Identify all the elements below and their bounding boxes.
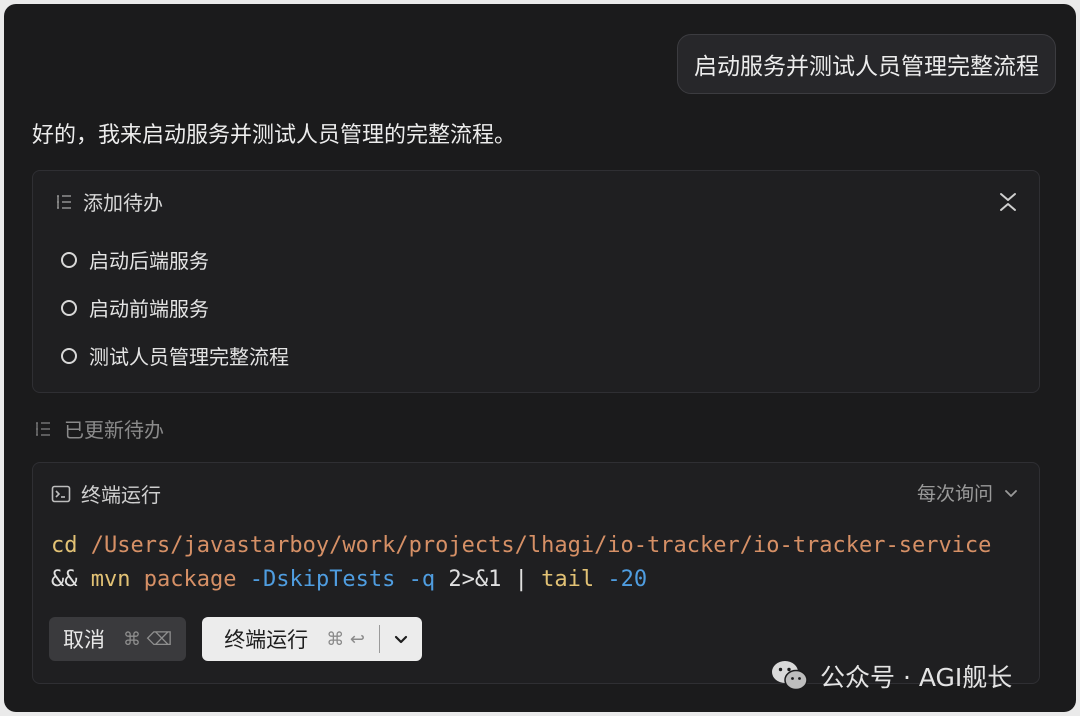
command-name: cd [51,533,78,558]
command-flag: -20 [607,567,648,592]
todo-item[interactable]: 启动前端服务 [61,293,209,322]
todo-item[interactable]: 测试人员管理完整流程 [61,341,289,370]
command-flag: -q [408,567,436,592]
command-tool: mvn [90,567,131,592]
terminal-command: cd /Users/javastarboy/work/projects/lhag… [51,529,1011,597]
chevron-down-icon [1005,489,1017,497]
command-path: /Users/javastarboy/work/projects/lhagi/i… [90,533,992,558]
todo-item-label: 启动前端服务 [89,297,209,321]
assistant-reply-text: 好的，我来启动服务并测试人员管理的完整流程。 [32,123,517,148]
run-options-dropdown[interactable] [380,617,422,661]
circle-icon [61,251,77,268]
cancel-button[interactable]: 取消 ⌘ ⌫ [49,617,187,661]
terminal-card: 终端运行 每次询问 cd /Users/javastarboy/work/pro… [32,462,1040,684]
cancel-label: 取消 [63,628,105,652]
cancel-shortcut: ⌘ ⌫ [123,628,173,650]
todo-updated-label: 已更新待办 [64,418,164,442]
run-label: 终端运行 [224,628,309,652]
terminal-actions: 取消 ⌘ ⌫ 终端运行 ⌘ ↩ [49,617,422,661]
todo-list-icon [57,194,71,209]
command-tail: tail [541,567,595,592]
wechat-icon [772,661,808,691]
command-pipe: | [514,567,528,592]
ask-mode-dropdown[interactable]: 每次询问 [917,479,1019,506]
todo-title: 添加待办 [83,191,163,215]
command-flag: -DskipTests [249,567,396,592]
todo-item-label: 启动后端服务 [89,249,209,273]
run-terminal-button[interactable]: 终端运行 ⌘ ↩ [202,617,379,661]
circle-icon [61,299,77,316]
ask-mode-label: 每次询问 [916,483,993,505]
run-shortcut: ⌘ ↩ [326,628,365,650]
terminal-title: 终端运行 [81,483,161,507]
todo-card: 添加待办 启动后端服务 启动前端服务 测试人员管理完整流程 [32,170,1040,393]
watermark-text: 公众号 · AGI舰长 [820,663,1013,692]
command-redirect: 2>&1 [448,567,502,592]
collapse-icon[interactable] [997,191,1019,213]
todo-header: 添加待办 [55,187,163,216]
command-operator: && [51,567,78,592]
terminal-header: 终端运行 [51,479,161,508]
terminal-icon [51,485,71,502]
chevron-down-icon [394,635,408,644]
todo-item-label: 测试人员管理完整流程 [89,345,289,369]
command-arg: package [143,567,237,592]
user-message-bubble: 启动服务并测试人员管理完整流程 [677,34,1056,94]
todo-item[interactable]: 启动后端服务 [61,245,209,274]
circle-icon [61,347,77,364]
chat-window: 启动服务并测试人员管理完整流程 好的，我来启动服务并测试人员管理的完整流程。 添… [4,4,1076,712]
watermark: 公众号 · AGI舰长 [770,658,1012,694]
run-terminal-button-group: 终端运行 ⌘ ↩ [202,617,422,661]
todo-updated-status: 已更新待办 [34,414,164,443]
todo-list-icon [36,421,50,436]
user-message-text: 启动服务并测试人员管理完整流程 [694,54,1039,80]
